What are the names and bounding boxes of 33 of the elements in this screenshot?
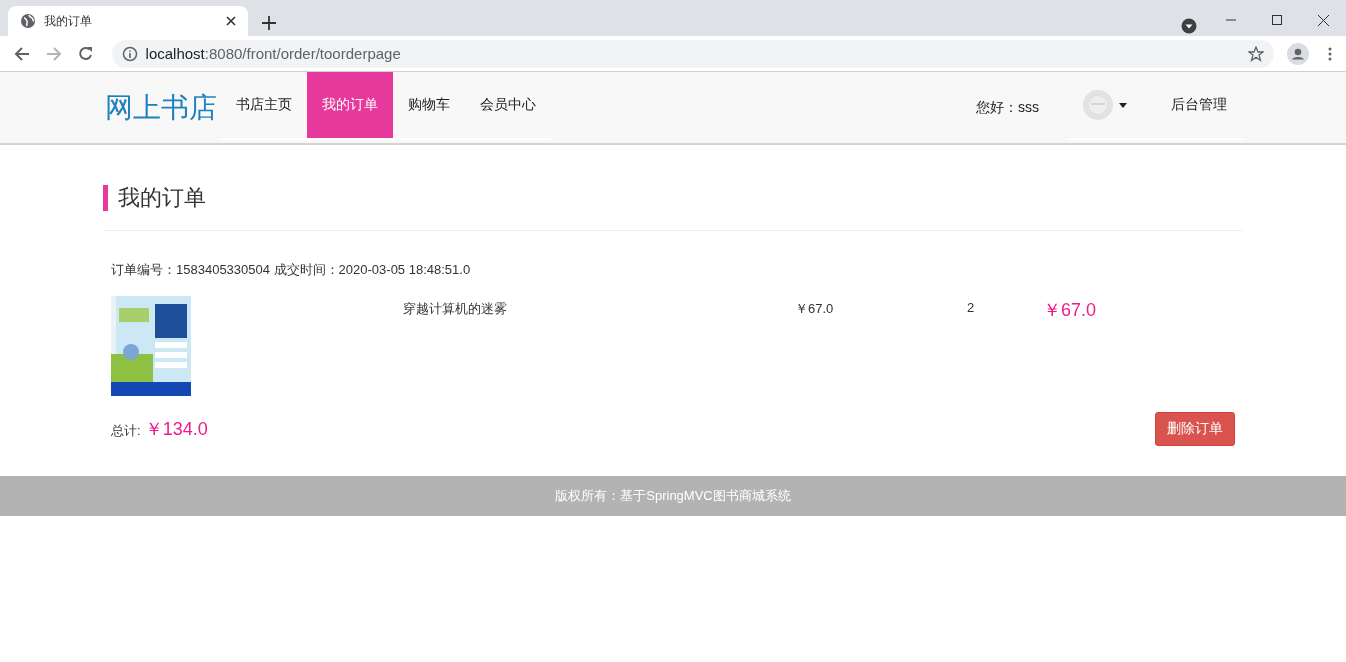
profile-icon[interactable] — [1287, 42, 1310, 65]
tab-title: 我的订单 — [44, 12, 93, 30]
subtotal: ￥67.0 — [1043, 299, 1098, 322]
nav-link[interactable]: 我的订单 — [307, 72, 393, 138]
nav-link[interactable]: 购物车 — [393, 72, 465, 138]
nav-link[interactable]: 书店主页 — [221, 72, 307, 138]
globe-icon — [20, 13, 36, 29]
back-icon[interactable] — [13, 45, 30, 62]
order-info: 订单编号：1583405330504 成交时间：2020-03-05 18:48:51.0 — [111, 261, 472, 279]
info-icon[interactable] — [121, 45, 138, 62]
caret-icon[interactable] — [1119, 102, 1127, 108]
page-heading: 我的订单 — [103, 185, 1243, 211]
total-label: 总计: — [111, 423, 141, 438]
browser-tab[interactable]: 我的订单 — [8, 6, 248, 36]
nav-link[interactable]: 会员中心 — [465, 72, 551, 138]
quantity: 2 — [967, 300, 976, 315]
close-icon[interactable] — [226, 16, 236, 26]
address-bar[interactable]: localhost:8080/front/order/toorderpage — [111, 39, 1275, 68]
new-tab-icon[interactable] — [262, 16, 276, 30]
site-logo[interactable]: 网上书店 — [103, 88, 221, 127]
total-amount: ￥134.0 — [144, 419, 208, 439]
tab-search-icon[interactable] — [1181, 18, 1197, 34]
delete-order-button[interactable]: 删除订单 — [1155, 412, 1235, 446]
maximize-icon[interactable] — [1272, 15, 1282, 25]
unit-price: ￥67.0 — [795, 300, 835, 318]
reload-icon[interactable] — [77, 45, 94, 62]
admin-link[interactable]: 后台管理 — [1141, 72, 1243, 140]
menu-icon[interactable] — [1328, 46, 1333, 61]
greeting-text: 您好：sss — [976, 98, 1039, 117]
bookmark-star-icon[interactable] — [1248, 45, 1265, 62]
copyright-text: 版权所有：基于SpringMVC图书商城系统 — [555, 487, 791, 505]
book-title[interactable]: 穿越计算机的迷雾 — [403, 300, 795, 318]
close-icon[interactable] — [1317, 14, 1329, 26]
